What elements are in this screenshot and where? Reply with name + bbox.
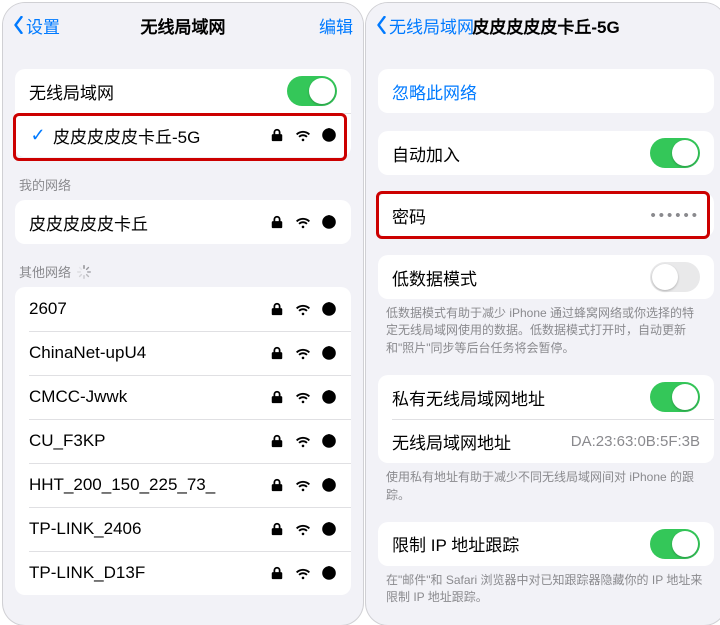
wifi-icon <box>295 477 311 493</box>
private-address-row: 私有无线局域网地址 <box>378 375 714 419</box>
limit-ip-row: 限制 IP 地址跟踪 <box>378 522 714 566</box>
private-address-label: 私有无线局域网地址 <box>392 385 650 410</box>
info-icon[interactable] <box>321 433 337 449</box>
wifi-icon <box>295 345 311 361</box>
password-value: •••••• <box>650 207 700 224</box>
limit-ip-label: 限制 IP 地址跟踪 <box>392 531 650 556</box>
chevron-left-icon <box>376 16 387 34</box>
mac-address-label: 无线局域网地址 <box>392 429 571 454</box>
lock-icon <box>269 433 285 449</box>
private-address-toggle[interactable] <box>650 382 700 412</box>
back-label: 设置 <box>26 13 60 38</box>
info-icon[interactable] <box>321 214 337 230</box>
info-icon[interactable] <box>321 477 337 493</box>
network-row[interactable]: TP-LINK_2406 <box>15 507 351 551</box>
network-name: 皮皮皮皮皮卡丘 <box>29 210 269 235</box>
back-button[interactable]: 设置 <box>13 13 60 38</box>
back-button[interactable]: 无线局域网 <box>376 13 474 38</box>
info-icon[interactable] <box>321 521 337 537</box>
low-data-toggle[interactable] <box>650 262 700 292</box>
network-row[interactable]: TP-LINK_D13F <box>15 551 351 595</box>
chevron-left-icon <box>13 16 24 34</box>
lock-icon <box>269 521 285 537</box>
wifi-icon <box>295 389 311 405</box>
checkmark-icon: ✓ <box>29 125 47 146</box>
connected-network-row[interactable]: ✓ 皮皮皮皮皮卡丘-5G <box>15 113 351 157</box>
limit-ip-footer: 在"邮件"和 Safari 浏览器中对已知跟踪器隐藏你的 IP 地址来限制 IP… <box>366 566 720 607</box>
lock-icon <box>269 389 285 405</box>
network-row[interactable]: 皮皮皮皮皮卡丘 <box>15 200 351 244</box>
wifi-detail-pane: 无线局域网 皮皮皮皮皮卡丘-5G 忽略此网络 自动加入 <box>366 3 720 625</box>
password-row[interactable]: 密码 •••••• <box>378 193 714 237</box>
my-networks-header: 我的网络 <box>3 175 363 200</box>
password-label: 密码 <box>392 203 650 228</box>
lock-icon <box>269 477 285 493</box>
edit-button[interactable]: 编辑 <box>319 13 353 38</box>
lock-icon <box>269 127 285 143</box>
network-name: HHT_200_150_225_73_ <box>29 475 269 495</box>
network-row[interactable]: HHT_200_150_225_73_ <box>15 463 351 507</box>
wifi-icon <box>295 433 311 449</box>
info-icon[interactable] <box>321 127 337 143</box>
wifi-toggle-label: 无线局域网 <box>29 79 287 104</box>
other-networks-header: 其他网络 <box>3 262 363 287</box>
network-row[interactable]: CU_F3KP <box>15 419 351 463</box>
forget-network-button[interactable]: 忽略此网络 <box>378 69 714 113</box>
mac-address-value: DA:23:63:0B:5F:3B <box>571 433 700 450</box>
network-row[interactable]: CMCC-Jwwk <box>15 375 351 419</box>
info-icon[interactable] <box>321 565 337 581</box>
network-row[interactable]: ChinaNet-upU4 <box>15 331 351 375</box>
nav-bar: 设置 无线局域网 编辑 <box>3 3 363 47</box>
auto-join-row: 自动加入 <box>378 131 714 175</box>
wifi-icon <box>295 214 311 230</box>
network-name: TP-LINK_2406 <box>29 519 269 539</box>
wifi-icon <box>295 127 311 143</box>
wifi-icon <box>295 301 311 317</box>
back-label: 无线局域网 <box>389 13 474 38</box>
network-name: ChinaNet-upU4 <box>29 343 269 363</box>
low-data-label: 低数据模式 <box>392 265 650 290</box>
wifi-toggle[interactable] <box>287 76 337 106</box>
network-name: TP-LINK_D13F <box>29 563 269 583</box>
network-row[interactable]: 2607 <box>15 287 351 331</box>
lock-icon <box>269 214 285 230</box>
wifi-master-toggle-row: 无线局域网 <box>15 69 351 113</box>
nav-bar: 无线局域网 皮皮皮皮皮卡丘-5G <box>366 3 720 47</box>
low-data-footer: 低数据模式有助于减少 iPhone 通过蜂窝网络或你选择的特定无线局域网使用的数… <box>366 299 720 357</box>
info-icon[interactable] <box>321 389 337 405</box>
lock-icon <box>269 565 285 581</box>
network-name: CU_F3KP <box>29 431 269 451</box>
spinner-icon <box>77 265 91 279</box>
wifi-list-pane: 设置 无线局域网 编辑 无线局域网 ✓ 皮皮皮皮皮卡丘-5G <box>3 3 363 625</box>
auto-join-label: 自动加入 <box>392 141 650 166</box>
lock-icon <box>269 301 285 317</box>
auto-join-toggle[interactable] <box>650 138 700 168</box>
info-icon[interactable] <box>321 301 337 317</box>
limit-ip-toggle[interactable] <box>650 529 700 559</box>
low-data-row: 低数据模式 <box>378 255 714 299</box>
private-address-footer: 使用私有地址有助于减少不同无线局域网间对 iPhone 的跟踪。 <box>366 463 720 504</box>
wifi-icon <box>295 521 311 537</box>
connected-network-name: 皮皮皮皮皮卡丘-5G <box>53 123 269 148</box>
wifi-icon <box>295 565 311 581</box>
mac-address-row: 无线局域网地址 DA:23:63:0B:5F:3B <box>378 419 714 463</box>
info-icon[interactable] <box>321 345 337 361</box>
network-name: CMCC-Jwwk <box>29 387 269 407</box>
network-name: 2607 <box>29 299 269 319</box>
lock-icon <box>269 345 285 361</box>
